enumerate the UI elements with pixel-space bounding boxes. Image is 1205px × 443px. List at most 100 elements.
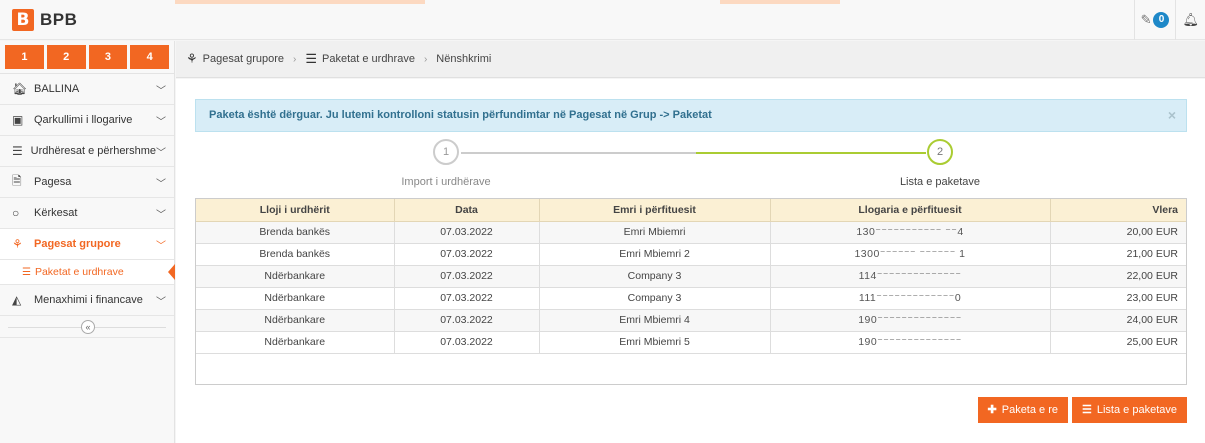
chart-icon: ◭ [12, 293, 22, 307]
date-cell: 07.03.2022 [394, 243, 540, 266]
column-header[interactable]: Emri i përfituesit [539, 199, 771, 222]
shortcut-3[interactable]: 3 [88, 45, 128, 69]
order-type-cell: Brenda bankës [196, 243, 395, 266]
sidebar-collapse-row: « [0, 316, 174, 338]
beneficiary-name-cell: Company 3 [539, 265, 771, 288]
list-icon: ☰ [305, 51, 317, 66]
money-icon: ▣ [12, 113, 24, 127]
sidebar-item-menaxhimi[interactable]: ◭ Menaxhimi i financave ﹀ [0, 285, 174, 316]
date-cell: 07.03.2022 [394, 265, 540, 288]
shortcut-4[interactable]: 4 [130, 45, 169, 69]
beneficiary-account-cell: 111⁻⁻⁻⁻⁻⁻⁻⁻⁻⁻⁻⁻⁻0 [770, 287, 1051, 310]
beneficiary-account-cell: 1300⁻⁻⁻⁻⁻⁻ ⁻⁻⁻⁻⁻⁻ 1 [770, 243, 1051, 266]
active-caret [168, 264, 175, 280]
beneficiary-name-cell: Emri Mbiemri [539, 221, 771, 244]
sidebar: 1 2 3 4 🏠︎ BALLINA ﹀ ▣ Qarkullimi i llog… [0, 41, 175, 443]
chevron-down-icon: ﹀ [156, 116, 166, 128]
group-payments-icon: ⚘ [186, 51, 198, 66]
package-list-button[interactable]: ☰ Lista e paketave [1072, 397, 1187, 423]
notifications-button[interactable]: 🔔︎ [1175, 0, 1205, 40]
shortcut-1[interactable]: 1 [5, 45, 44, 69]
circle-icon: ○ [12, 206, 20, 220]
sidebar-item-label: Urdhëresat e përhershme [30, 145, 156, 157]
wizard-track [461, 152, 696, 154]
collapse-sidebar-button[interactable]: « [81, 320, 95, 334]
table-header-row: Lloji i urdhërit Data Emri i përfituesit… [196, 199, 1186, 222]
amount-cell: 21,00 EUR [1050, 243, 1186, 266]
sidebar-item-ballina[interactable]: 🏠︎ BALLINA ﹀ [0, 74, 174, 105]
chevron-right-icon: › [423, 53, 428, 65]
chevron-down-icon: ﹀ [156, 178, 166, 190]
beneficiary-name-cell: Emri Mbiemri 5 [539, 331, 771, 354]
chevron-down-icon: ﹀ [156, 240, 166, 252]
breadcrumb: ⚘ Pagesat grupore › ☰ Paketat e urdhrave… [176, 41, 1205, 78]
home-icon: 🏠︎ [12, 82, 28, 96]
beneficiary-name-cell: Emri Mbiemri 2 [539, 243, 771, 266]
info-alert: Paketa është dërguar. Ju lutemi kontroll… [195, 99, 1187, 132]
breadcrumb-item-paketat[interactable]: Paketat e urdhrave [322, 53, 415, 65]
top-bar: B BPB ✎ 0 🔔︎ [0, 0, 1205, 40]
notification-badge: 0 [1153, 12, 1170, 28]
sidebar-item-label: Qarkullimi i llogarive [34, 114, 133, 126]
shortcut-bar: 1 2 3 4 [0, 41, 174, 74]
chevron-down-icon: ﹀ [156, 147, 166, 159]
table-row[interactable]: Ndërbankare 07.03.2022 Emri Mbiemri 4 19… [196, 309, 1186, 332]
amount-cell: 23,00 EUR [1050, 287, 1186, 310]
new-package-button[interactable]: ✚ Paketa e re [977, 397, 1068, 423]
beneficiary-account-cell: 190⁻⁻⁻⁻⁻⁻⁻⁻⁻⁻⁻⁻⁻⁻ [770, 309, 1051, 332]
chevron-down-icon: ﹀ [156, 296, 166, 308]
date-cell: 07.03.2022 [394, 221, 540, 244]
order-type-cell: Ndërbankare [196, 287, 395, 310]
alert-message: Paketa është dërguar. Ju lutemi kontroll… [209, 109, 712, 121]
top-accent-stripe [720, 0, 840, 4]
sidebar-item-urdheresat[interactable]: ☰ Urdhëresat e përhershme ﹀ [0, 136, 174, 167]
new-package-label: Paketa e re [1001, 404, 1058, 416]
package-list-label: Lista e paketave [1096, 404, 1177, 416]
amount-cell: 24,00 EUR [1050, 309, 1186, 332]
bell-icon: 🔔︎ [1182, 12, 1199, 27]
logo-mark: B [12, 9, 34, 31]
sidebar-item-label: Pagesat grupore [34, 238, 121, 250]
table-row[interactable]: Ndërbankare 07.03.2022 Company 3 111⁻⁻⁻⁻… [196, 287, 1186, 310]
column-header[interactable]: Data [394, 199, 540, 222]
beneficiary-account-cell: 114⁻⁻⁻⁻⁻⁻⁻⁻⁻⁻⁻⁻⁻⁻ [770, 265, 1051, 288]
order-type-cell: Ndërbankare [196, 265, 395, 288]
sidebar-item-label: Menaxhimi i financave [34, 294, 143, 306]
amount-cell: 25,00 EUR [1050, 331, 1186, 354]
wizard-step-2[interactable]: 2 [927, 139, 953, 165]
column-header[interactable]: Llogaria e përfituesit [770, 199, 1051, 222]
column-header[interactable]: Vlera [1050, 199, 1186, 222]
sidebar-item-kerkesat[interactable]: ○ Kërkesat ﹀ [0, 198, 174, 229]
list-icon: ☰ [22, 266, 31, 278]
table-row[interactable]: Ndërbankare 07.03.2022 Emri Mbiemri 5 19… [196, 331, 1186, 354]
order-type-cell: Brenda bankës [196, 221, 395, 244]
wizard-step-1-label: Import i urdhërave [401, 176, 491, 188]
shortcut-2[interactable]: 2 [46, 45, 86, 69]
beneficiary-account-cell: 130⁻⁻⁻⁻⁻⁻⁻⁻⁻⁻⁻ ⁻⁻4 [770, 221, 1051, 244]
sidebar-subitem-paketat[interactable]: ☰ Paketat e urdhrave [0, 260, 175, 285]
group-payments-icon: ⚘ [12, 237, 23, 251]
wizard-step-1[interactable]: 1 [433, 139, 459, 165]
sidebar-item-label: Pagesa [34, 176, 72, 188]
messages-button[interactable]: ✎ 0 [1133, 0, 1176, 40]
wizard-track-active [696, 152, 926, 154]
document-icon: 🗎︎ [12, 173, 22, 188]
breadcrumb-item-pagesat-grupore[interactable]: Pagesat grupore [203, 53, 284, 65]
table-row[interactable]: Brenda bankës 07.03.2022 Emri Mbiemri 2 … [196, 243, 1186, 266]
table-row[interactable]: Brenda bankës 07.03.2022 Emri Mbiemri 13… [196, 221, 1186, 244]
sidebar-item-pagesat-grupore[interactable]: ⚘ Pagesat grupore ﹀ [0, 229, 174, 260]
top-icons: ✎ 0 🔔︎ [1133, 0, 1205, 40]
close-icon[interactable]: × [1168, 100, 1176, 131]
table-row[interactable]: Ndërbankare 07.03.2022 Company 3 114⁻⁻⁻⁻… [196, 265, 1186, 288]
sidebar-item-qarkullimi[interactable]: ▣ Qarkullimi i llogarive ﹀ [0, 105, 174, 136]
amount-cell: 22,00 EUR [1050, 265, 1186, 288]
list-icon: ☰ [12, 144, 23, 158]
column-header[interactable]: Lloji i urdhërit [196, 199, 395, 222]
app-logo[interactable]: B BPB [12, 9, 77, 31]
action-buttons: ✚ Paketa e re ☰ Lista e paketave [977, 397, 1187, 423]
edit-icon: ✎ [1140, 12, 1152, 27]
sidebar-item-pagesa[interactable]: 🗎︎ Pagesa ﹀ [0, 167, 174, 198]
date-cell: 07.03.2022 [394, 331, 540, 354]
main-content: Paketa është dërguar. Ju lutemi kontroll… [176, 79, 1205, 443]
breadcrumb-item-nenshkrimi: Nënshkrimi [436, 53, 492, 65]
